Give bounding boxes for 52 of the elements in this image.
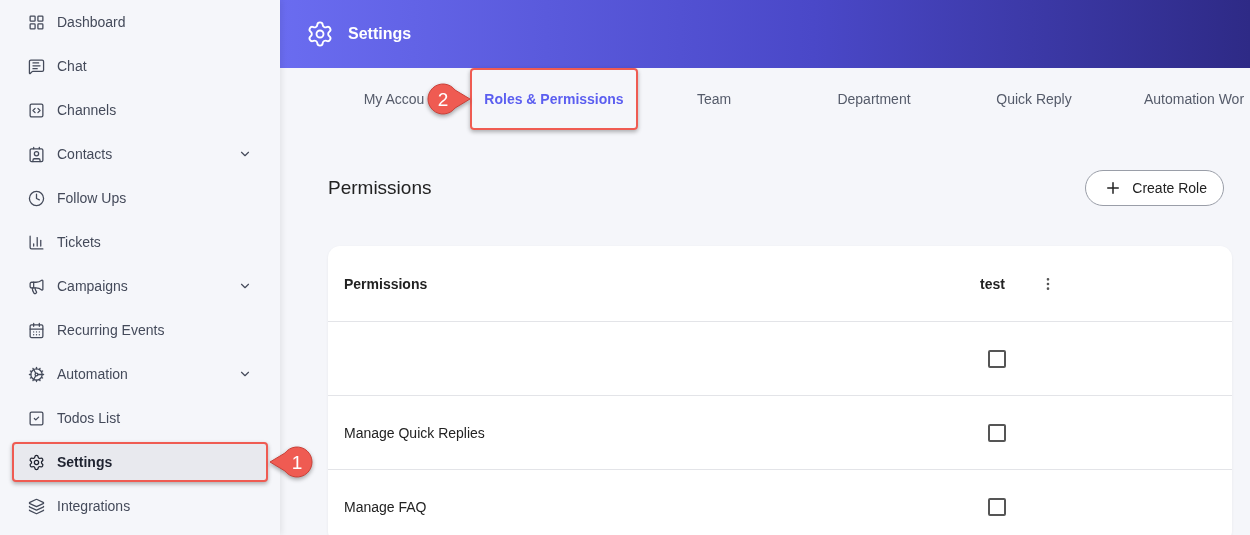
permission-name: Manage FAQ	[344, 498, 428, 515]
column-header: test	[980, 275, 1006, 292]
chat-icon	[28, 57, 45, 75]
tab[interactable]: Automation Wor	[1137, 68, 1250, 130]
create-role-button[interactable]: Create Role	[1085, 170, 1224, 206]
sidebar-item[interactable]: Tickets	[12, 222, 268, 262]
sidebar-item[interactable]: Dashboard	[12, 2, 268, 42]
sidebar-item[interactable]: Chat	[12, 46, 268, 86]
clock-icon	[28, 189, 45, 207]
sidebar-item-label: Dashboard	[57, 14, 127, 30]
tab[interactable]: Team	[690, 68, 738, 130]
permission-checkbox[interactable]	[988, 423, 1006, 442]
tab[interactable]: Department	[831, 68, 917, 130]
code-clipboard-icon	[28, 101, 45, 119]
section-title: Permissions	[328, 177, 432, 199]
permission-checkbox[interactable]	[988, 497, 1006, 516]
sidebar-item[interactable]: Contacts	[12, 134, 268, 174]
tab[interactable]: Roles & Permissions	[470, 68, 638, 130]
bar-chart-icon	[28, 233, 45, 251]
sidebar-item-label: Channels	[57, 102, 118, 118]
sidebar-item[interactable]: Recurring Events	[12, 310, 268, 350]
sidebar-item[interactable]: Settings	[12, 442, 268, 482]
sidebar-item[interactable]: Channels	[12, 90, 268, 130]
column-header: Permissions	[344, 275, 429, 292]
sidebar-item-label: Campaigns	[57, 278, 129, 294]
tab[interactable]: My Accou	[357, 68, 431, 130]
sidebar-item[interactable]: Integrations	[12, 486, 268, 526]
tab[interactable]: Quick Reply	[990, 68, 1078, 130]
megaphone-icon	[28, 277, 45, 295]
checkbox-icon	[28, 409, 45, 427]
sidebar-item-label: Todos List	[57, 410, 122, 426]
sidebar-item-label: Chat	[57, 58, 88, 74]
settings-icon	[28, 453, 45, 471]
sidebar-item-label: Contacts	[57, 146, 114, 162]
sidebar-item[interactable]: Campaigns	[12, 266, 268, 306]
layers-icon	[28, 497, 45, 515]
sidebar-item-label: Integrations	[57, 498, 132, 514]
sidebar-item-label: Tickets	[57, 234, 102, 250]
sidebar-item-label: Follow Ups	[57, 190, 128, 206]
sidebar-item-label: Settings	[57, 454, 114, 470]
sidebar-item[interactable]: Automation	[12, 354, 268, 394]
sidebar-item[interactable]: Todos List	[12, 398, 268, 438]
settings-icon	[306, 20, 334, 48]
dashboard-grid-icon	[28, 13, 45, 31]
sidebar-item[interactable]: Follow Ups	[12, 178, 268, 218]
page-title: Settings	[348, 25, 412, 43]
sidebar-item-label: Recurring Events	[57, 322, 166, 338]
permission-checkbox[interactable]	[988, 349, 1006, 368]
permission-name: Manage Quick Replies	[344, 424, 486, 441]
sidebar-item-label: Automation	[57, 366, 129, 382]
contact-card-icon	[28, 145, 45, 163]
calendar-icon	[28, 321, 45, 339]
